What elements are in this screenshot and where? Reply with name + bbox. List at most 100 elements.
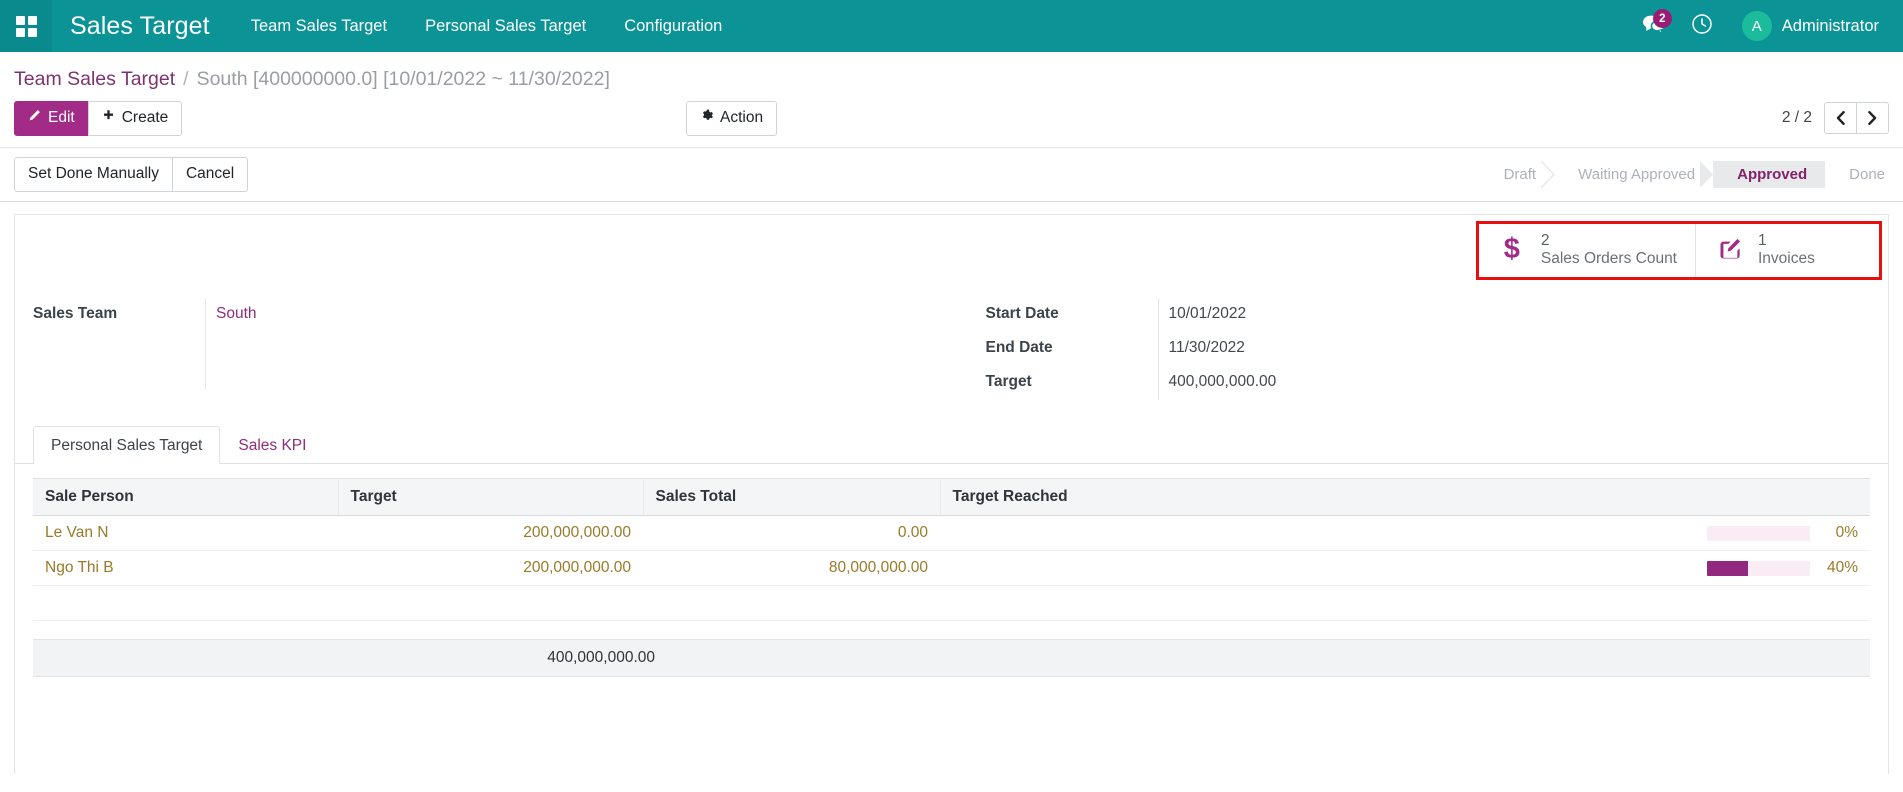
table-row[interactable]: Ngo Thi B 200,000,000.00 80,000,000.00 4…	[33, 551, 1870, 586]
stage-done[interactable]: Done	[1825, 161, 1889, 188]
field-row-end-date: End Date 11/30/2022	[985, 332, 1871, 367]
target-value[interactable]: 400,000,000.00	[1157, 366, 1871, 401]
cell-target: 200,000,000.00	[523, 524, 631, 542]
stage-draft-label: Draft	[1503, 165, 1537, 183]
create-button[interactable]: Create	[87, 101, 183, 136]
edit-button-label: Edit	[48, 109, 75, 126]
table-head: Sale Person Target Sales Total Target Re…	[33, 478, 1870, 517]
user-name-label: Administrator	[1781, 16, 1879, 35]
column-header-target-reached[interactable]: Target Reached	[940, 478, 1870, 517]
invoices-value: 1	[1758, 231, 1767, 249]
form-fields-grid: Sales Team South Start Date 10/01/2022 E…	[15, 280, 1888, 426]
stage-approved[interactable]: Approved	[1713, 160, 1826, 188]
plus-icon	[102, 108, 115, 129]
column-header-target[interactable]: Target	[338, 478, 644, 517]
progress-fill	[1707, 560, 1749, 576]
pencil-icon	[28, 108, 41, 129]
cell-sale-person: Le Van N	[45, 524, 109, 542]
footer-blank-cell	[45, 649, 350, 667]
gear-icon	[700, 108, 713, 129]
form-column-left: Sales Team South	[15, 298, 952, 400]
set-done-manually-button[interactable]: Set Done Manually	[14, 156, 173, 192]
invoices-label: Invoices	[1758, 249, 1815, 267]
avatar: A	[1741, 11, 1772, 41]
sales-orders-count-value: 2	[1540, 231, 1550, 249]
stage-draft[interactable]: Draft	[1488, 160, 1556, 188]
notebook-tabs: Personal Sales Target Sales KPI	[15, 426, 1888, 465]
cell-sales-total: 0.00	[897, 524, 928, 542]
notebook: Personal Sales Target Sales KPI Sale Per…	[15, 426, 1888, 678]
stat-buttons-area: $ 2 Sales Orders Count 1 Invoices	[15, 215, 1888, 281]
target-reached-percent: 0%	[1835, 524, 1858, 542]
nav-item-configuration[interactable]: Configuration	[605, 0, 741, 52]
breadcrumb-separator: /	[183, 68, 189, 90]
tab-sales-kpi[interactable]: Sales KPI	[220, 426, 324, 464]
action-button[interactable]: Action	[686, 101, 778, 136]
end-date-value[interactable]: 11/30/2022	[1157, 332, 1871, 367]
pager-previous-button[interactable]	[1824, 102, 1857, 135]
stat-buttons-highlight-box: $ 2 Sales Orders Count 1 Invoices	[1475, 220, 1882, 281]
messages-button[interactable]: 2	[1632, 0, 1676, 52]
table-row[interactable]: Le Van N 200,000,000.00 0.00 0%	[33, 516, 1870, 551]
stage-done-label: Done	[1849, 165, 1885, 183]
apps-menu-button[interactable]	[0, 0, 52, 52]
stage-arrow-icon	[1812, 160, 1826, 188]
cell-target-reached: 0%	[940, 516, 1870, 551]
nav-item-team-sales-target[interactable]: Team Sales Target	[232, 0, 406, 52]
form-sheet: $ 2 Sales Orders Count 1 Invoices Sales …	[14, 213, 1889, 774]
sales-target-table: Sale Person Target Sales Total Target Re…	[33, 478, 1870, 621]
top-navbar: Sales Target Team Sales Target Personal …	[0, 0, 1903, 52]
form-column-right: Start Date 10/01/2022 End Date 11/30/202…	[952, 298, 1889, 401]
edit-button[interactable]: Edit	[14, 101, 89, 136]
table-footer-total-row: 400,000,000.00	[33, 639, 1870, 678]
table-body: Le Van N 200,000,000.00 0.00 0% Ngo Thi …	[33, 516, 1870, 621]
cancel-button[interactable]: Cancel	[171, 156, 249, 192]
record-buttons-group: Edit Create	[14, 101, 183, 136]
clock-icon	[1691, 13, 1713, 40]
target-reached-progress-bar	[1707, 525, 1810, 541]
pencil-square-icon	[1714, 236, 1744, 263]
stat-button-text: 2 Sales Orders Count	[1541, 232, 1677, 268]
table-empty-row	[33, 586, 1870, 621]
apps-grid-icon	[15, 15, 37, 37]
column-header-sales-total[interactable]: Sales Total	[643, 478, 941, 517]
start-date-value[interactable]: 10/01/2022	[1157, 298, 1871, 333]
target-reached-percent: 40%	[1826, 559, 1858, 577]
create-button-label: Create	[121, 109, 169, 126]
status-bar: Set Done Manually Cancel Draft Waiting A…	[0, 146, 1903, 202]
end-date-label: End Date	[985, 339, 1053, 357]
app-brand-title[interactable]: Sales Target	[52, 12, 232, 41]
cell-sales-total: 80,000,000.00	[828, 559, 928, 577]
personal-sales-target-list: Sale Person Target Sales Total Target Re…	[15, 464, 1888, 678]
stat-button-text: 1 Invoices	[1758, 232, 1815, 268]
pager-counter: 2 / 2	[1781, 109, 1812, 127]
stat-button-sales-orders-count[interactable]: $ 2 Sales Orders Count	[1479, 224, 1695, 278]
breadcrumb-current-record: South [400000000.0] [10/01/2022 ~ 11/30/…	[196, 68, 610, 90]
stage-waiting-approved-label: Waiting Approved	[1578, 165, 1696, 183]
pager-next-button[interactable]	[1856, 102, 1889, 135]
table-header-row: Sale Person Target Sales Total Target Re…	[33, 478, 1870, 517]
chevron-right-icon	[1868, 111, 1877, 126]
navbar-right-tools: 2 A Administrator	[1632, 0, 1903, 52]
nav-item-personal-sales-target[interactable]: Personal Sales Target	[406, 0, 605, 52]
stat-button-invoices[interactable]: 1 Invoices	[1695, 223, 1879, 278]
activities-button[interactable]	[1680, 0, 1724, 52]
cell-target-reached: 40%	[940, 551, 1870, 586]
tab-personal-sales-target[interactable]: Personal Sales Target	[33, 426, 221, 465]
dollar-icon: $	[1503, 233, 1520, 266]
form-sheet-wrapper: $ 2 Sales Orders Count 1 Invoices Sales …	[0, 201, 1903, 774]
column-header-sale-person[interactable]: Sale Person	[33, 478, 339, 517]
cell-sale-person: Ngo Thi B	[45, 559, 114, 577]
stage-waiting-approved[interactable]: Waiting Approved	[1554, 160, 1714, 188]
sales-orders-count-label: Sales Orders Count	[1540, 249, 1677, 267]
breadcrumb-root-link[interactable]: Team Sales Target	[14, 68, 175, 91]
control-panel: Edit Create Action 2 / 2	[0, 101, 1903, 147]
sales-team-label: Sales Team	[33, 305, 118, 323]
cell-target: 200,000,000.00	[523, 559, 631, 577]
target-label: Target	[985, 373, 1032, 391]
action-button-label: Action	[720, 109, 764, 126]
user-menu[interactable]: A Administrator	[1728, 0, 1885, 52]
sales-team-value[interactable]: South	[205, 298, 934, 391]
workflow-buttons: Set Done Manually Cancel	[14, 156, 249, 192]
messages-count-badge: 2	[1652, 9, 1672, 28]
